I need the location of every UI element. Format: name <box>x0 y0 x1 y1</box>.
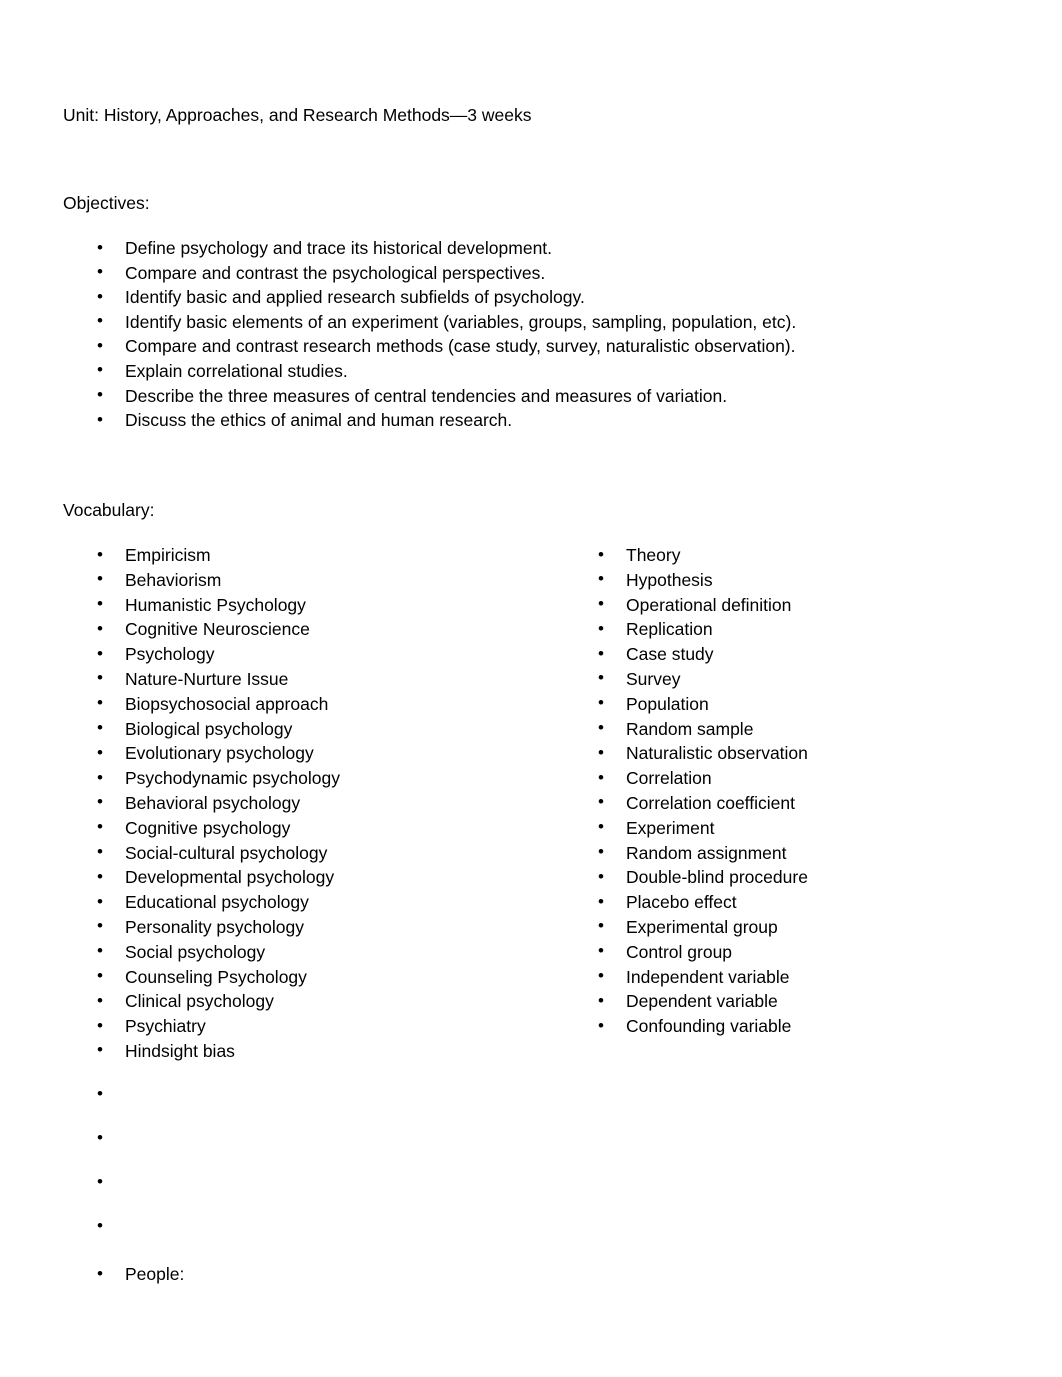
list-item: Counseling Psychology <box>97 964 537 990</box>
list-item: Correlation coefficient <box>598 790 1018 816</box>
list-item: Case study <box>598 642 1018 667</box>
empty-bullet-list <box>97 1082 537 1259</box>
list-item: Compare and contrast research methods (c… <box>97 334 927 359</box>
list-item: Population <box>598 691 1018 717</box>
list-item: Independent variable <box>598 964 1018 990</box>
list-item: Personality psychology <box>97 914 537 940</box>
list-item: Correlation <box>598 766 1018 791</box>
list-item: Nature-Nurture Issue <box>97 666 537 692</box>
list-item: Dependent variable <box>598 989 1018 1014</box>
list-item: Operational definition <box>598 592 1018 618</box>
list-item: Discuss the ethics of animal and human r… <box>97 408 927 433</box>
list-item: Identify basic elements of an experiment… <box>97 309 927 335</box>
list-item: Behaviorism <box>97 567 537 593</box>
list-item: Naturalistic observation <box>598 741 1018 766</box>
vocabulary-right-column: TheoryHypothesisOperational definitionRe… <box>598 543 1018 1039</box>
list-item <box>97 1170 537 1215</box>
list-item: Behavioral psychology <box>97 790 537 816</box>
list-item: Replication <box>598 617 1018 642</box>
list-item: Describe the three measures of central t… <box>97 383 927 409</box>
list-item: Theory <box>598 543 1018 568</box>
vocabulary-heading: Vocabulary: <box>63 500 155 520</box>
list-item: Evolutionary psychology <box>97 741 537 766</box>
list-item: Random assignment <box>598 840 1018 866</box>
objectives-list: Define psychology and trace its historic… <box>97 236 927 433</box>
list-item: Survey <box>598 666 1018 692</box>
list-item: Define psychology and trace its historic… <box>97 236 927 261</box>
list-item: Hypothesis <box>598 567 1018 593</box>
list-item: Biological psychology <box>97 716 537 742</box>
list-item: Cognitive psychology <box>97 815 537 841</box>
list-item: Compare and contrast the psychological p… <box>97 260 927 286</box>
list-item: Experimental group <box>598 914 1018 940</box>
list-item: Psychology <box>97 642 537 667</box>
list-item: Empiricism <box>97 543 537 568</box>
people-heading-list: People: <box>97 1262 537 1287</box>
list-item: Clinical psychology <box>97 989 537 1014</box>
list-item: Control group <box>598 939 1018 965</box>
list-item: Social psychology <box>97 939 537 965</box>
list-item: Explain correlational studies. <box>97 358 927 384</box>
list-item: Hindsight bias <box>97 1038 537 1064</box>
list-item: People: <box>97 1262 537 1287</box>
objectives-heading: Objectives: <box>63 193 150 213</box>
list-item: Psychodynamic psychology <box>97 766 537 791</box>
list-item: Confounding variable <box>598 1014 1018 1039</box>
vocabulary-left-column: EmpiricismBehaviorismHumanistic Psycholo… <box>97 543 537 1064</box>
vocabulary-columns: EmpiricismBehaviorismHumanistic Psycholo… <box>0 543 1062 1063</box>
list-item: Experiment <box>598 815 1018 841</box>
list-item <box>97 1126 537 1171</box>
page-title: Unit: History, Approaches, and Research … <box>63 105 532 125</box>
list-item: Identify basic and applied research subf… <box>97 285 927 310</box>
list-item: Educational psychology <box>97 890 537 915</box>
list-item: Double-blind procedure <box>598 865 1018 890</box>
list-item: Humanistic Psychology <box>97 592 537 618</box>
list-item: Social-cultural psychology <box>97 840 537 866</box>
list-item: Biopsychosocial approach <box>97 691 537 717</box>
document-page: Unit: History, Approaches, and Research … <box>0 0 1062 1377</box>
list-item: Developmental psychology <box>97 865 537 890</box>
list-item: Random sample <box>598 716 1018 742</box>
list-item <box>97 1214 537 1259</box>
list-item: Cognitive Neuroscience <box>97 617 537 642</box>
list-item <box>97 1082 537 1127</box>
list-item: Placebo effect <box>598 890 1018 915</box>
list-item: Psychiatry <box>97 1014 537 1039</box>
